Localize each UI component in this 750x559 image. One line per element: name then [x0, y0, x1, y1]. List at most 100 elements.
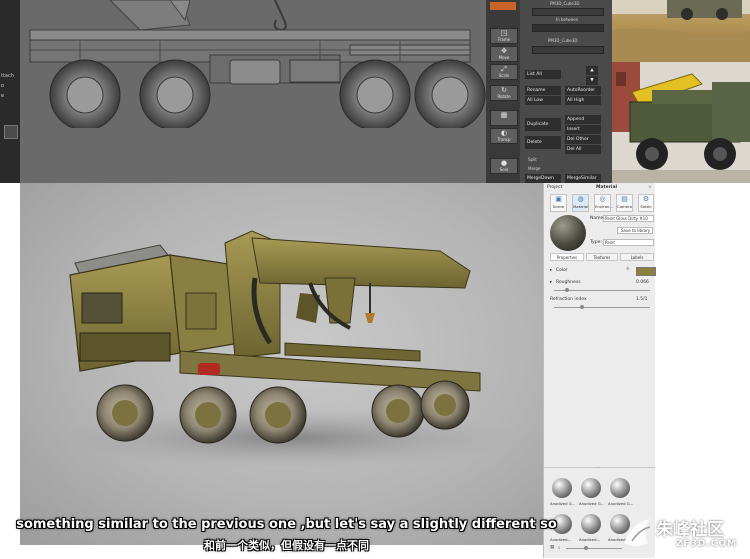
watermark-text: 朱峰社区: [656, 520, 724, 540]
material-thumb-2-label: Anodized G...: [579, 501, 605, 506]
move-icon: ✥: [501, 47, 507, 55]
delete-button[interactable]: Delete: [525, 136, 561, 149]
subtitle-english: something similar to the previous one ,b…: [16, 517, 557, 532]
solo-icon: ●: [500, 159, 508, 167]
frame-button[interactable]: ◳ Frame: [490, 28, 518, 44]
icon-tab-camera[interactable]: ▤ Camera: [616, 194, 633, 212]
wireframe-button[interactable]: ▦: [490, 110, 518, 126]
arrow-up-button[interactable]: ▲: [586, 66, 598, 75]
roughness-label: Roughness: [556, 280, 581, 285]
left-panel-text-2: o: [1, 83, 5, 89]
settings-icon: ⚙: [642, 195, 650, 203]
material-preview-sphere: [550, 215, 586, 251]
del-all-button[interactable]: Del All: [565, 145, 601, 154]
material-thumb-2[interactable]: [581, 478, 601, 498]
material-name-input[interactable]: Paint Gloss Dirty #10: [603, 215, 654, 222]
material-icon: ◍: [577, 195, 584, 203]
scale-button[interactable]: ⤢ Scale: [490, 64, 518, 80]
tab-material[interactable]: Material: [596, 183, 617, 192]
split-label[interactable]: Split: [528, 157, 537, 162]
arrow-down-button[interactable]: ▼: [586, 76, 598, 85]
environment-icon: ◎: [599, 195, 606, 203]
tool-highlight-swatch: [490, 2, 516, 10]
subtab-properties[interactable]: Properties: [550, 253, 584, 261]
left-panel-button[interactable]: [4, 125, 18, 139]
duplicate-button[interactable]: Duplicate: [525, 118, 561, 131]
refraction-slider[interactable]: [554, 307, 650, 308]
camera-icon: ▤: [621, 195, 628, 203]
refraction-label: Refraction index: [550, 297, 587, 302]
refraction-value: 1.5/1: [636, 297, 648, 302]
transp-icon: ◐: [500, 129, 508, 137]
rotate-icon: ↻: [501, 86, 507, 94]
color-label: Color: [556, 268, 568, 273]
left-panel-text-1: ttach: [1, 73, 14, 79]
render-viewport[interactable]: [20, 183, 543, 545]
append-button[interactable]: Append: [565, 115, 601, 124]
move-button[interactable]: ✥ Move: [490, 46, 518, 62]
subtab-textures[interactable]: Textures: [586, 253, 618, 261]
material-properties-panel: Project Material × ▣ Scene ◍ Material ◎ Env…: [543, 183, 656, 558]
merge-label[interactable]: Merge: [528, 166, 541, 171]
roughness-value: 0.066: [636, 280, 649, 285]
subtitle-chinese: 和前一个类似，但假设有一点不同: [204, 539, 369, 552]
list-all-button[interactable]: List All: [525, 70, 561, 79]
tab-project[interactable]: Project: [547, 183, 562, 192]
zbrush-viewport[interactable]: [20, 0, 486, 183]
mergesimilar-button[interactable]: MergeSimilar: [565, 174, 601, 183]
in-between-label: In between: [556, 17, 579, 22]
subtool-field-2: PM3D_Cube3D: [548, 38, 578, 43]
frame-icon: ◳: [500, 29, 508, 37]
zbrush-left-panel: ttach o e: [0, 0, 20, 183]
icon-tab-scene[interactable]: ▣ Scene: [550, 194, 567, 212]
color-expand-icon[interactable]: ▸: [550, 268, 552, 273]
icon-tab-material[interactable]: ◍ Material: [572, 194, 589, 212]
wireframe-icon: ▦: [500, 111, 508, 119]
insert-button[interactable]: Insert: [565, 125, 601, 134]
library-zoom-slider[interactable]: [566, 548, 622, 549]
library-resize-handle[interactable]: ···: [596, 466, 600, 471]
type-label: Type:: [590, 240, 602, 245]
all-high-button[interactable]: All High: [565, 96, 601, 105]
color-swatch[interactable]: [636, 267, 656, 276]
watermark-url: ZF3D.COM: [676, 539, 738, 549]
library-zoom-knob[interactable]: [584, 546, 588, 550]
sculpt-truck-model: [20, 0, 486, 183]
reference-photo-truck: [612, 62, 750, 183]
scale-icon: ⤢: [501, 65, 507, 73]
solo-button[interactable]: ● Solo: [490, 158, 518, 174]
rendered-truck: [60, 230, 520, 468]
zbrush-tool-column: ◳ Frame ✥ Move ⤢ Scale ↻ Rotate ▦ ◐ Transp ● S…: [486, 0, 520, 183]
refraction-slider-knob[interactable]: [580, 305, 584, 309]
roughness-expand-icon[interactable]: ▸: [550, 280, 552, 285]
all-low-button[interactable]: All Low: [525, 96, 561, 105]
subtool-panel: PM3D_Cube3D In between PM3D_Cube3D List …: [520, 0, 612, 183]
roughness-slider-knob[interactable]: [565, 288, 569, 292]
subtool-field-1: PM3D_Cube3D: [550, 1, 580, 6]
material-thumb-1-label: Anodized G...: [550, 501, 576, 506]
color-picker-icon[interactable]: ⁜: [626, 267, 630, 272]
material-thumb-5-label: Anodized...: [579, 537, 601, 542]
transp-button[interactable]: ◐ Transp: [490, 128, 518, 144]
watermark-logo: 朱峰社区 ZF3D.COM: [620, 513, 748, 555]
type-select[interactable]: Paint: [603, 239, 654, 246]
left-panel-text-3: e: [1, 93, 5, 99]
subtool-slider-2[interactable]: [532, 46, 604, 54]
material-thumb-3[interactable]: [610, 478, 630, 498]
in-between-slider[interactable]: [532, 24, 604, 32]
del-other-button[interactable]: Del Other: [565, 135, 601, 144]
save-to-library-button[interactable]: Save to library: [617, 227, 653, 234]
subtab-labels[interactable]: Labels: [620, 253, 654, 261]
tab-close-icon[interactable]: ×: [648, 183, 652, 192]
autoreorder-button[interactable]: AutoReorder: [565, 86, 601, 95]
icon-tab-environment[interactable]: ◎ Environ...: [594, 194, 613, 212]
icon-tab-settings[interactable]: ⚙ Settin: [638, 194, 654, 212]
rotate-button[interactable]: ↻ Rotate: [490, 85, 518, 101]
mergedown-button[interactable]: MergeDown: [525, 174, 561, 183]
material-thumb-1[interactable]: [552, 478, 572, 498]
subtool-slider-1[interactable]: [532, 8, 604, 16]
material-thumb-5[interactable]: [581, 514, 601, 534]
rename-button[interactable]: Rename: [525, 86, 561, 95]
material-thumb-3-label: Anodized G...: [608, 501, 634, 506]
scene-icon: ▣: [555, 195, 562, 203]
